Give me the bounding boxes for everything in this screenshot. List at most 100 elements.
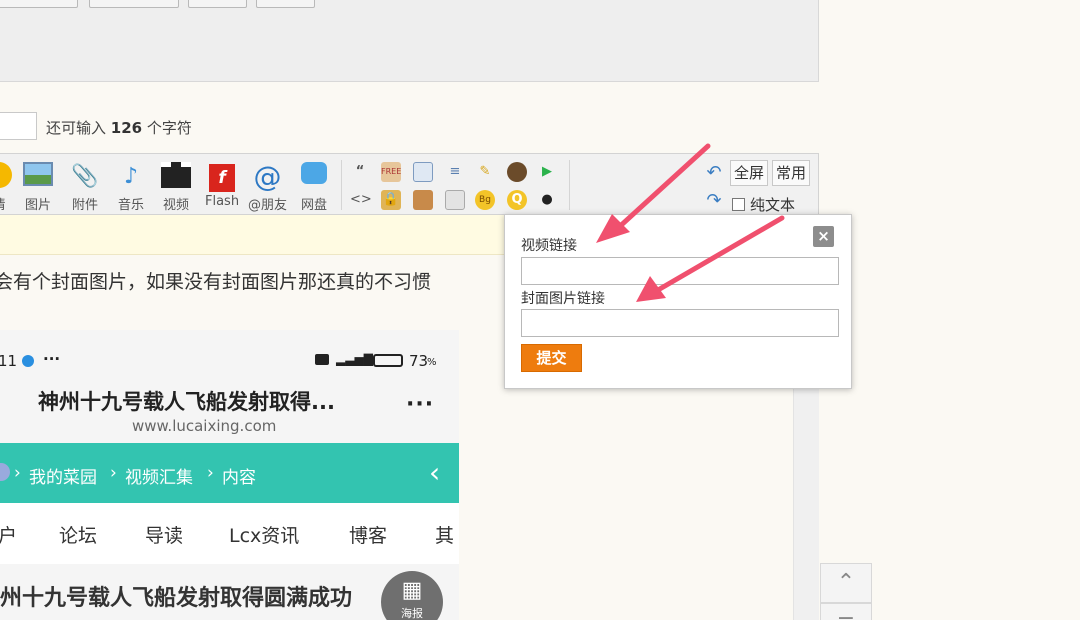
fullscreen-button[interactable]: 全屏	[730, 160, 769, 186]
back-to-top-button[interactable]: ⌃	[820, 563, 872, 603]
editor-toolbar: 情 图片 📎 附件 ♪ 音乐 视频 f Flash @ @朋友 网盘 “ <> …	[0, 153, 819, 215]
plain-text-checkbox[interactable]	[732, 198, 745, 211]
code-icon[interactable]: <>	[350, 190, 372, 210]
phone-percent-sign: %	[427, 357, 437, 368]
qq-video-icon[interactable]: Q	[507, 190, 527, 210]
phone-url: www.lucaixing.com	[132, 417, 277, 435]
phone-battery-percent: 73	[409, 352, 429, 370]
toolbar-image-label: 图片	[24, 198, 51, 213]
redo-icon[interactable]: ↷	[704, 191, 724, 211]
cloud-icon	[299, 162, 329, 192]
lock-icon[interactable]: 🔒	[381, 190, 401, 210]
top-panel	[0, 0, 819, 82]
breadcrumb-item: 视频汇集	[125, 468, 193, 488]
toolbar-separator-2	[569, 160, 570, 210]
music-note-icon: ♪	[123, 164, 139, 189]
toolbar-separator	[341, 160, 342, 210]
at-icon: @	[253, 160, 282, 193]
qr-icon: ▦	[401, 578, 423, 603]
free-icon[interactable]: FREE	[381, 162, 401, 182]
toolbar-video[interactable]: 视频	[161, 162, 191, 213]
toolbar-netdisk[interactable]: 网盘	[299, 162, 329, 213]
key-icon[interactable]: ✎	[475, 162, 495, 182]
phone-nav-item: 论坛	[59, 525, 98, 547]
list-icon[interactable]: ≡	[445, 162, 465, 182]
char-counter: 还可输入 126 个字符	[46, 117, 192, 138]
phone-status-time: 11	[0, 352, 18, 370]
image-icon	[23, 162, 53, 192]
phone-app-icon	[22, 355, 34, 367]
video-link-dialog: × 视频链接 封面图片链接 提交	[504, 214, 852, 389]
toolbar-music[interactable]: ♪ 音乐	[116, 162, 146, 213]
editor-body-text: 会有个封面图片，如果没有封面图片那还真的不习惯	[0, 271, 432, 293]
up-arrow-icon: ⌃	[836, 570, 856, 595]
phone-poster-button: ▦ 海报	[381, 571, 443, 620]
phone-page-title: 神州十九号载人飞船发射取得...	[38, 390, 335, 414]
phone-nav-item: 导读	[145, 525, 184, 547]
top-button-4[interactable]	[256, 0, 315, 8]
editor-scroll-column	[793, 385, 819, 620]
phone-status-more-icon: ···	[43, 350, 61, 368]
plain-text-option[interactable]: 纯文本	[732, 194, 795, 215]
flash-icon: f	[207, 162, 237, 192]
common-button[interactable]: 常用	[772, 160, 811, 186]
title-input[interactable]	[0, 112, 37, 140]
toolbar-mention-label: @朋友	[248, 198, 288, 213]
video-link-input[interactable]	[521, 257, 839, 285]
gallery-icon[interactable]	[413, 190, 433, 210]
phone-nav: 户 论坛 导读 Lcx资讯 博客 其	[0, 503, 459, 564]
top-button-3[interactable]	[188, 0, 247, 8]
paperclip-icon: 📎	[71, 164, 99, 189]
hd-icon	[315, 354, 329, 365]
toolbar-video-label: 视频	[162, 198, 189, 213]
cover-link-input[interactable]	[521, 309, 839, 337]
toolbar-music-label: 音乐	[117, 198, 144, 213]
phone-status-bar: 11 ··· ▂▃▅▇ 73 %	[0, 330, 459, 370]
submit-button[interactable]: 提交	[521, 344, 582, 372]
top-button-1[interactable]	[0, 0, 78, 8]
breadcrumb-sep-icon: ›	[207, 463, 214, 483]
undo-icon[interactable]: ↶	[704, 163, 724, 183]
embedded-phone-screenshot: 11 ··· ▂▃▅▇ 73 % 神州十九号载人飞船发射取得... www.lu…	[0, 330, 459, 620]
toolbar-image[interactable]: 图片	[23, 162, 53, 213]
breadcrumb-sep-icon: ›	[14, 463, 21, 483]
phone-back-icon: ‹	[429, 456, 441, 489]
signal-icon: ▂▃▅▇	[336, 352, 373, 366]
phone-nav-item: 其	[435, 525, 455, 547]
table-icon[interactable]	[445, 190, 465, 210]
phone-nav-item: Lcx资讯	[229, 525, 300, 547]
disc-icon[interactable]	[507, 162, 527, 182]
quote-icon[interactable]: “	[350, 162, 370, 182]
toolbar-netdisk-label: 网盘	[300, 198, 327, 213]
phone-nav-item: 博客	[349, 525, 388, 547]
penguin-icon[interactable]: ●	[537, 190, 557, 210]
play-icon[interactable]: ▶	[537, 162, 557, 182]
film-icon	[161, 162, 191, 192]
battery-icon	[373, 354, 403, 367]
toolbar-attach-label: 附件	[71, 198, 98, 213]
phone-poster-label: 海报	[401, 607, 423, 620]
phone-breadcrumb: › 我的菜园 › 视频汇集 › 内容 ‹	[0, 443, 459, 503]
toolbar-emoji-label: 情	[0, 198, 6, 213]
phone-headline: 州十九号载人飞船发射取得圆满成功	[0, 586, 353, 611]
top-button-2[interactable]	[89, 0, 179, 8]
plain-text-label: 纯文本	[750, 196, 796, 214]
toolbar-emoji[interactable]: 情	[0, 162, 14, 213]
page-icon[interactable]	[413, 162, 433, 182]
toolbar-attach[interactable]: 📎 附件	[70, 162, 100, 213]
char-counter-suffix: 个字符	[146, 119, 192, 137]
side-list-button[interactable]: ≡	[820, 603, 872, 620]
toolbar-flash[interactable]: f Flash	[205, 162, 239, 209]
char-counter-count: 126	[110, 119, 143, 137]
phone-more-icon: ···	[406, 392, 435, 417]
list-icon: ≡	[837, 610, 855, 620]
phone-nav-item: 户	[0, 525, 18, 547]
char-counter-prefix: 还可输入	[46, 119, 107, 137]
phone-home-icon	[0, 463, 10, 481]
close-button[interactable]: ×	[813, 226, 834, 247]
toolbar-mention[interactable]: @ @朋友	[248, 160, 288, 214]
toolbar-flash-label: Flash	[205, 194, 240, 209]
breadcrumb-item: 内容	[222, 468, 256, 488]
bg-icon[interactable]: Bg	[475, 190, 495, 210]
breadcrumb-sep-icon: ›	[110, 463, 117, 483]
